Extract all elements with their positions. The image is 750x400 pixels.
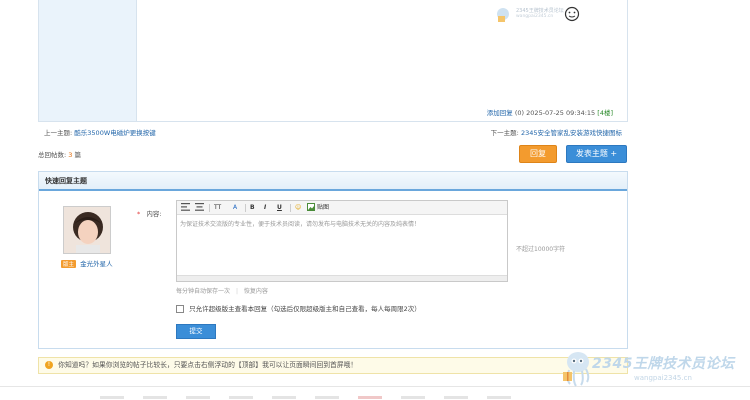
toolbar-divider [209, 204, 210, 212]
avatar-image [64, 207, 110, 253]
footer-link[interactable] [229, 396, 253, 399]
watermark-sub: wangpai2345.cn [516, 14, 554, 19]
private-reply-option: 只允许超级版主查看本回复（勾选后仅限超级版主和自己查看，每人每周限2次） [176, 303, 421, 313]
username-text: 金光外星人 [80, 260, 113, 268]
add-reply-link[interactable]: 添加回复 [487, 109, 513, 117]
tip-text: 你知道吗？如果你浏览的帖子比较长，只要点击右侧浮动的【顶部】我可以让页面瞬间回到… [58, 361, 358, 369]
footer-link[interactable] [487, 396, 511, 399]
autosave-row: 每分钟自动保存一次 | 恢复内容 [176, 286, 268, 295]
private-reply-checkbox[interactable] [176, 305, 184, 313]
underline-button[interactable]: U [277, 203, 282, 213]
font-size-button[interactable]: TT [214, 203, 221, 213]
total-unit: 篇 [74, 151, 82, 159]
username[interactable]: 版主 金光外星人 [61, 258, 113, 268]
total-count: 3 [68, 151, 73, 159]
italic-button[interactable]: I [264, 203, 266, 213]
image-icon[interactable] [307, 203, 315, 213]
picture-icon [307, 203, 315, 211]
footer-link[interactable] [401, 396, 425, 399]
next-topic-link[interactable]: 2345安全管家乱安装游戏快捷图标 [521, 129, 622, 137]
quick-reply-title: 快速回复主题 [39, 172, 627, 191]
footer-link[interactable] [315, 396, 339, 399]
footer-link[interactable] [272, 396, 296, 399]
reply-button[interactable]: 回复 [519, 145, 557, 163]
char-limit-hint: 不超过10000字符 [516, 246, 566, 253]
bold-button[interactable]: B [250, 203, 255, 213]
watermark-text: 2345王牌技术员论坛 [516, 8, 564, 14]
next-topic: 下一主题: 2345安全管家乱安装游戏快捷图标 [491, 127, 622, 137]
footer-link[interactable] [358, 396, 382, 399]
post-floor: [4楼] [597, 109, 613, 117]
toolbar-divider [290, 204, 291, 212]
quick-reply-panel: 快速回复主题 版主 金光外星人 * 内容: TT A B I U ☺ 贴图 为保… [38, 171, 628, 349]
prev-topic-link[interactable]: 酷乐3500W电磁炉更换按键 [74, 129, 155, 137]
toolbar-divider [245, 204, 246, 212]
total-label: 总回帖数: [38, 151, 67, 159]
prev-topic-label: 上一主题: [44, 129, 73, 137]
moderator-badge: 版主 [61, 260, 77, 268]
content-label-text: 内容: [146, 210, 162, 218]
avatar[interactable] [63, 206, 111, 254]
reply-count: (0) [514, 109, 525, 117]
footer-link[interactable] [444, 396, 468, 399]
footer-link[interactable] [143, 396, 167, 399]
font-color-button[interactable]: A [233, 203, 237, 213]
post-footer: 添加回复 (0) 2025-07-25 09:34:15 [4楼] [487, 107, 613, 117]
total-replies: 总回帖数: 3 篇 [38, 149, 81, 159]
watermark: 2345王牌技术员论坛 wangpai2345.cn [494, 2, 604, 24]
prev-topic: 上一主题: 酷乐3500W电磁炉更换按键 [44, 127, 156, 137]
mascot-logo-icon [563, 352, 590, 387]
autosave-text: 每分钟自动保存一次 [176, 288, 231, 295]
mascot-icon [497, 8, 509, 22]
post-author-column [39, 0, 137, 121]
editor-resize-handle[interactable] [177, 275, 507, 281]
new-topic-button[interactable]: 发表主题 + [566, 145, 627, 163]
editor-toolbar: TT A B I U ☺ 贴图 [177, 201, 507, 215]
align-center-icon[interactable] [195, 203, 204, 213]
reply-textarea[interactable]: 为保证技术交流版的专业性，便于技术员阅读，请勿发布与电脑技术无关的内容及纯表情！ [177, 215, 507, 275]
required-mark: * [137, 210, 141, 218]
footer-link[interactable] [186, 396, 210, 399]
footer-link[interactable] [100, 396, 124, 399]
content-label: * 内容: [137, 208, 162, 218]
next-topic-label: 下一主题: [490, 129, 519, 137]
private-reply-label: 只允许超级版主查看本回复（勾选后仅限超级版主和自己查看，每人每周限2次） [189, 305, 421, 313]
emoji-icon[interactable]: ☺ [295, 203, 301, 213]
logo-sub: wangpai2345.cn [634, 374, 692, 382]
reply-editor: TT A B I U ☺ 贴图 为保证技术交流版的专业性，便于技术员阅读，请勿发… [176, 200, 508, 282]
topic-navigation: 上一主题: 酷乐3500W电磁炉更换按键 下一主题: 2345安全管家乱安装游戏… [38, 122, 628, 140]
autosave-divider: | [235, 288, 238, 295]
submit-button[interactable]: 提交 [176, 324, 216, 339]
site-logo-watermark: 2345王牌技术员论坛 wangpai2345.cn [560, 348, 750, 392]
image-button-label[interactable]: 贴图 [317, 203, 329, 213]
post-datetime: 2025-07-25 09:34:15 [526, 109, 596, 117]
info-icon: ! [45, 361, 53, 369]
restore-content-link[interactable]: 恢复内容 [244, 288, 268, 295]
smiley-icon [564, 6, 580, 22]
align-left-icon[interactable] [181, 203, 190, 213]
logo-text: 2345王牌技术员论坛 [592, 356, 735, 372]
tip-bar: ! 你知道吗？如果你浏览的帖子比较长，只要点击右侧浮动的【顶部】我可以让页面瞬间… [38, 357, 628, 374]
